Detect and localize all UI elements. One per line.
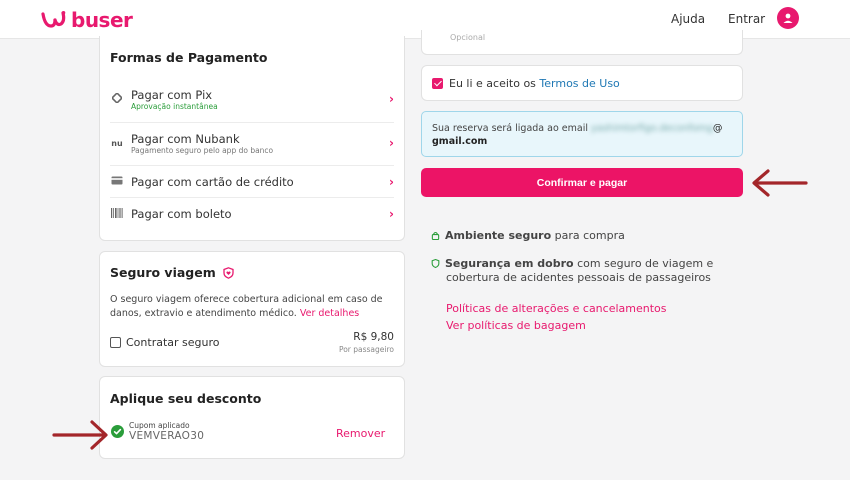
nubank-icon: nu bbox=[111, 138, 123, 148]
double-rest-1: com seguro de viagem e bbox=[577, 257, 714, 270]
nav-help-link[interactable]: Ajuda bbox=[671, 12, 705, 26]
pay-pix-sub: Aprovação instantânea bbox=[131, 101, 218, 111]
email-at: @ bbox=[712, 123, 723, 134]
terms-of-use-link[interactable]: Termos de Uso bbox=[539, 77, 619, 90]
coupon-applied-label: Cupom aplicado bbox=[129, 421, 190, 430]
credit-card-icon bbox=[110, 176, 124, 188]
divider bbox=[110, 122, 394, 123]
shield-icon bbox=[431, 259, 440, 268]
pay-nubank-option[interactable]: nu Pagar com Nubank Pagamento seguro pel… bbox=[110, 131, 394, 155]
terms-prefix: Eu li e aceito os bbox=[449, 77, 536, 90]
lock-icon bbox=[431, 231, 440, 240]
user-avatar-button[interactable] bbox=[777, 7, 799, 29]
pix-icon bbox=[110, 91, 124, 106]
annotation-arrow-left-icon bbox=[752, 169, 808, 197]
baggage-policy-link[interactable]: Ver políticas de bagagem bbox=[446, 319, 586, 332]
contract-insurance-checkbox-row[interactable]: Contratar seguro bbox=[110, 336, 220, 349]
user-icon bbox=[783, 13, 793, 23]
pay-credit-card-label: Pagar com cartão de crédito bbox=[131, 175, 294, 189]
confirm-and-pay-button[interactable]: Confirmar e pagar bbox=[421, 168, 743, 197]
chevron-right-icon: › bbox=[389, 175, 394, 189]
terms-checkbox[interactable] bbox=[432, 78, 443, 89]
buser-logo-icon bbox=[41, 11, 66, 28]
email-notice-prefix: Sua reserva será ligada ao email bbox=[432, 123, 588, 134]
contract-insurance-checkbox[interactable] bbox=[110, 337, 121, 348]
check-circle-icon bbox=[111, 425, 124, 438]
email-notice: Sua reserva será ligada ao email yashimt… bbox=[421, 111, 743, 157]
pay-nubank-sub: Pagamento seguro pelo app do banco bbox=[131, 145, 274, 155]
payment-methods-card: Formas de Pagamento Pagar com Pix Aprova… bbox=[99, 36, 405, 241]
travel-insurance-card: Seguro viagem O seguro viagem oferece co… bbox=[99, 251, 405, 367]
email-domain: gmail.com bbox=[432, 136, 488, 147]
double-rest-2: cobertura de acidentes pessoais de passa… bbox=[446, 271, 711, 284]
chevron-right-icon: › bbox=[389, 136, 394, 150]
contract-insurance-label: Contratar seguro bbox=[126, 336, 220, 349]
payment-methods-title: Formas de Pagamento bbox=[110, 50, 268, 65]
double-security-line: Segurança em dobro com seguro de viagem … bbox=[431, 257, 713, 285]
terms-label: Eu li e aceito os Termos de Uso bbox=[449, 77, 620, 90]
secure-rest: para compra bbox=[554, 229, 625, 242]
optional-field-card: Opcional bbox=[421, 30, 743, 55]
insurance-description: O seguro viagem oferece cobertura adicio… bbox=[110, 293, 395, 321]
double-bold: Segurança em dobro bbox=[445, 257, 574, 270]
pay-pix-label: Pagar com Pix bbox=[131, 87, 213, 102]
insurance-details-link[interactable]: Ver detalhes bbox=[300, 308, 359, 319]
shield-heart-icon bbox=[223, 266, 234, 279]
terms-card: Eu li e aceito os Termos de Uso bbox=[421, 65, 743, 101]
annotation-arrow-right-icon bbox=[52, 420, 108, 450]
divider bbox=[110, 165, 394, 166]
remove-coupon-button[interactable]: Remover bbox=[336, 427, 385, 440]
cancellation-policy-link[interactable]: Políticas de alterações e cancelamentos bbox=[446, 302, 667, 315]
pay-pix-option[interactable]: Pagar com Pix Aprovação instantânea › bbox=[110, 87, 394, 111]
chevron-right-icon: › bbox=[389, 207, 394, 221]
optional-hint: Opcional bbox=[450, 33, 486, 42]
email-blurred: yashimtorfigo.deconfomg bbox=[591, 123, 713, 134]
divider bbox=[110, 197, 394, 198]
insurance-price: R$ 9,80 bbox=[353, 331, 394, 343]
pay-nubank-label: Pagar com Nubank bbox=[131, 131, 240, 146]
pay-credit-card-option[interactable]: Pagar com cartão de crédito › bbox=[110, 172, 394, 192]
secure-environment-line: Ambiente seguro para compra bbox=[431, 229, 625, 243]
brand-logo[interactable]: buser bbox=[41, 8, 133, 32]
pay-boleto-option[interactable]: Pagar com boleto › bbox=[110, 204, 394, 224]
brand-name: buser bbox=[71, 8, 133, 32]
nav-login-link[interactable]: Entrar bbox=[728, 12, 765, 26]
insurance-price-unit: Por passageiro bbox=[338, 345, 394, 354]
insurance-title: Seguro viagem bbox=[110, 265, 216, 280]
chevron-right-icon: › bbox=[389, 92, 394, 106]
pay-boleto-label: Pagar com boleto bbox=[131, 207, 232, 221]
discount-card: Aplique seu desconto Cupom aplicado VEMV… bbox=[99, 376, 405, 459]
discount-title: Aplique seu desconto bbox=[110, 391, 262, 406]
barcode-icon bbox=[110, 207, 124, 221]
coupon-code: VEMVERAO30 bbox=[129, 430, 205, 442]
secure-bold: Ambiente seguro bbox=[445, 229, 552, 242]
